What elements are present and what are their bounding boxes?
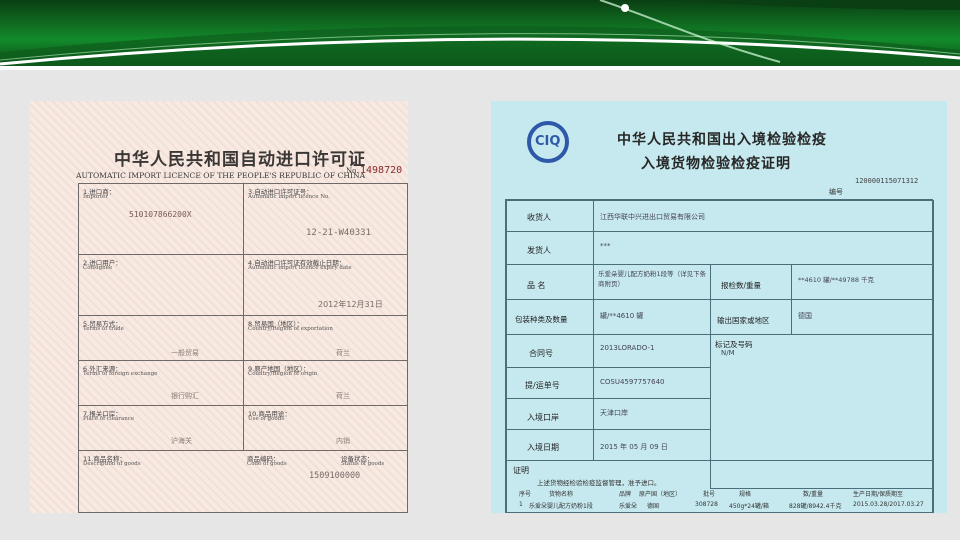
goods-cell-2: 乐爱朵 [619, 503, 638, 510]
licence-field-use-of-goods: 10.商品用途： Use of goods 内销 [243, 405, 408, 451]
licence-field-expiry: 4.自动进口许可证有效截止日期： Automatic import licenc… [243, 254, 408, 316]
licence-field-foreign-exchange: 6.外汇来源： Terms of foreign exchange 银行购汇 [78, 360, 244, 406]
goods-cell-6: 828罐/8942.4千克 [789, 503, 842, 510]
cert-no-label: 编号 [829, 188, 843, 196]
cert-remarks: 证明 上述货物经检验检疫监督管理，准予进口。 序号 货物名称 品牌 原产国（地区… [506, 460, 934, 513]
goods-cell-7: 2015.03.28/2017.03.27 [853, 501, 924, 508]
import-licence-document: 中华人民共和国自动进口许可证 AUTOMATIC IMPORT LICENCE … [30, 101, 408, 513]
goods-cell-1: 乐爱朵婴儿配方奶粉1段 [529, 503, 593, 510]
licence-field-clearance-place: 7.报关口岸： Place of clearance 沪海关 [78, 405, 244, 451]
licence-field-importer: 1.进口商： Importer 510107866200X [78, 183, 244, 255]
sparkle-icon [621, 4, 629, 12]
goods-header-1: 货物名称 [549, 491, 574, 498]
inspection-certificate-document: CIQ 中华人民共和国出入境检验检疫 入境货物检验检疫证明 1200001150… [491, 101, 947, 513]
licence-field-trade-terms: 5.贸易方式： Terms of trade 一般贸易 [78, 315, 244, 361]
licence-field-consignee: 2.进口用户： Consignee [78, 254, 244, 316]
goods-header-3: 原产国（地区） [639, 491, 682, 498]
licence-field-goods: 11.商品名称： Description of goods 商品编码： Code… [78, 450, 408, 513]
licence-field-origin-country: 9.原产地国（地区）： Country/Region of origin 荷兰 [243, 360, 408, 406]
goods-cell-0: 1 [519, 501, 523, 508]
licence-no-label: No. [346, 167, 359, 175]
licence-no-value: 1498720 [360, 165, 403, 176]
licence-field-export-country: 8.贸易国（地区）： Country/Region of exportation… [243, 315, 408, 361]
goods-header-2: 品牌 [619, 491, 632, 498]
licence-title: 中华人民共和国自动进口许可证 [114, 150, 366, 170]
banner-wave-decoration [0, 0, 960, 66]
goods-header-7: 生产日期/保质期至 [853, 491, 904, 498]
header-banner [0, 0, 960, 66]
goods-header-6: 数/重量 [803, 491, 824, 498]
goods-header-4: 批号 [703, 491, 716, 498]
goods-header-0: 序号 [519, 491, 532, 498]
cert-table: 收货人 江西华联中兴进出口贸易有限公司 发货人 *** 品 名 乐爱朵婴儿配方奶… [505, 199, 934, 513]
goods-cell-5: 450g*24罐/箱 [729, 503, 769, 510]
goods-header-5: 规格 [739, 491, 752, 498]
ciq-logo-icon: CIQ [527, 121, 569, 163]
goods-cell-3: 德国 [647, 503, 660, 510]
goods-cell-4: 308728 [695, 501, 718, 508]
cert-serial: 120000115071312 [855, 177, 919, 185]
licence-subtitle: AUTOMATIC IMPORT LICENCE OF THE PEOPLE'S… [76, 171, 366, 180]
cert-header-line1: 中华人民共和国出入境检验检疫 [617, 132, 827, 148]
cert-header-line2: 入境货物检验检疫证明 [641, 156, 791, 172]
licence-field-licence-no: 3.自动进口许可证号： Automatic import licence No.… [243, 183, 408, 255]
